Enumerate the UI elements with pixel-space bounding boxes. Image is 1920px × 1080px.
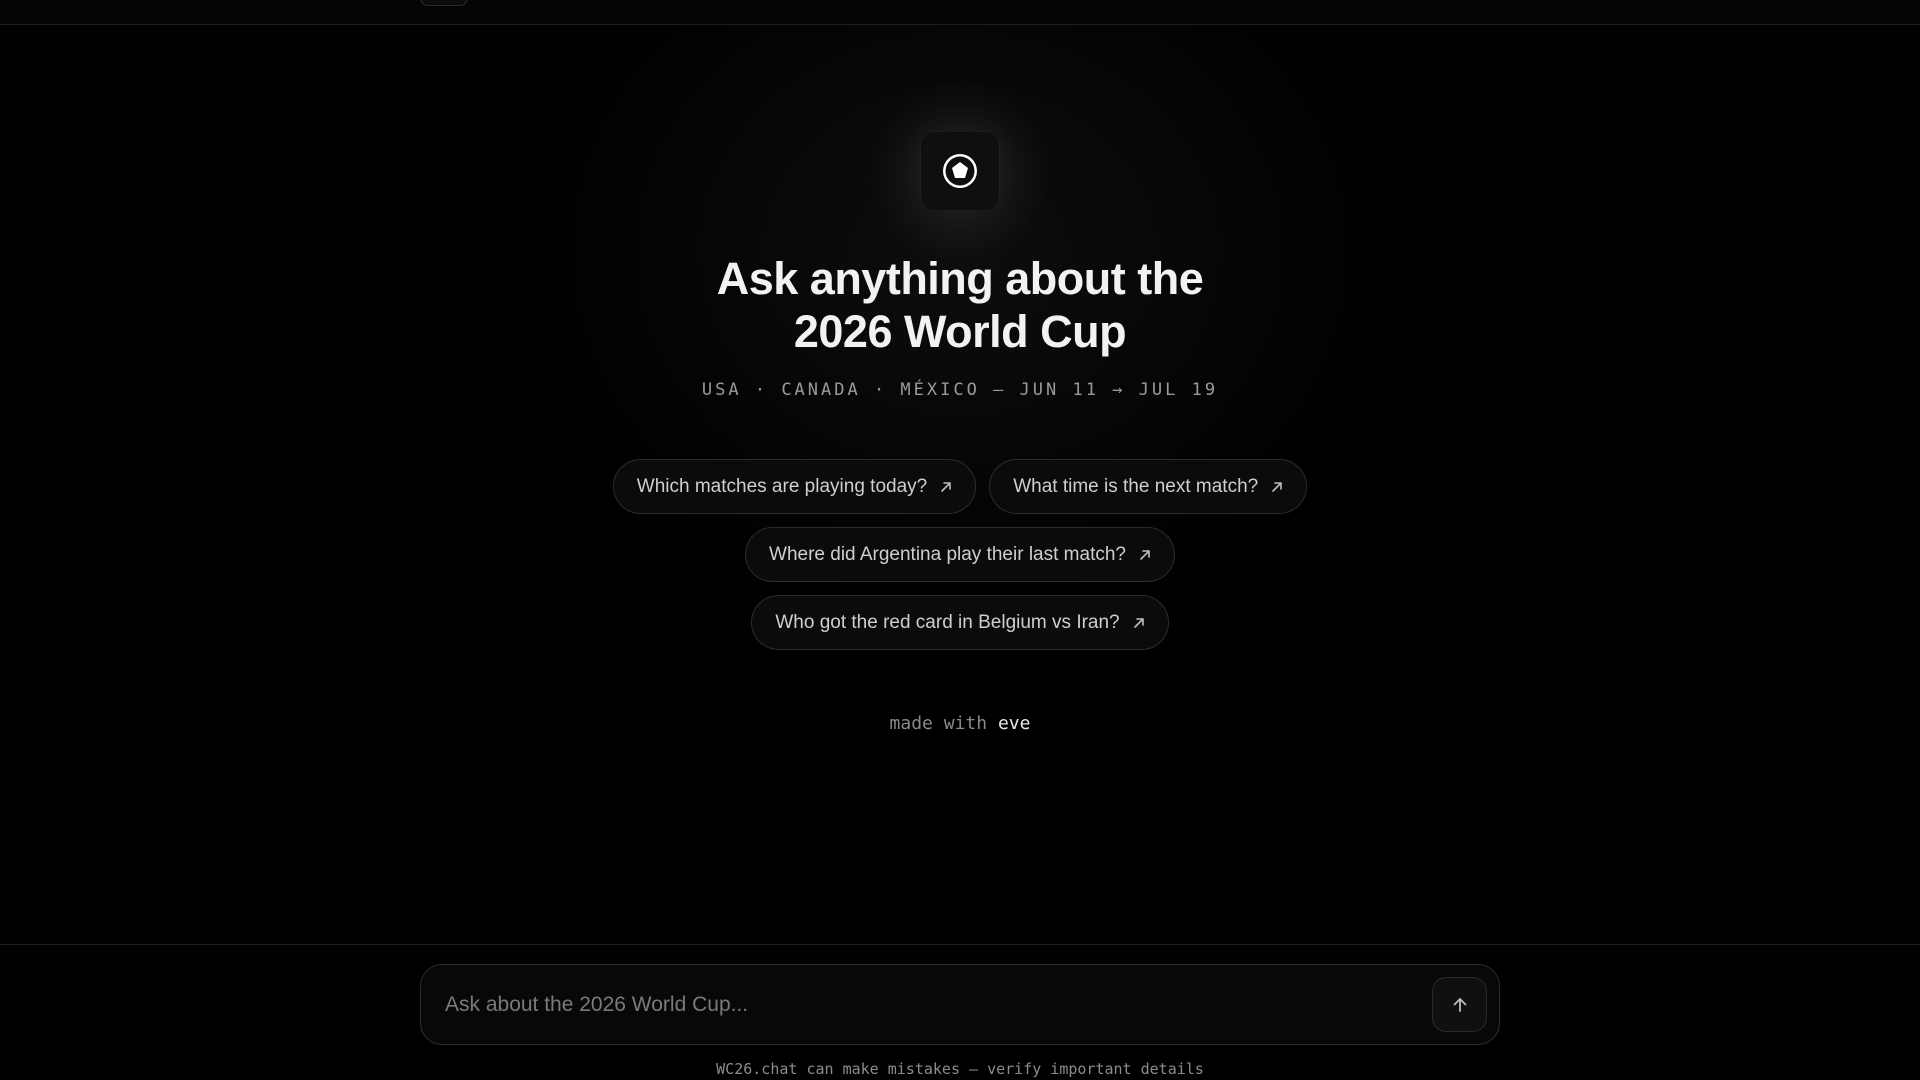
made-with-prefix: made with — [889, 713, 988, 734]
composer-divider — [0, 944, 1920, 945]
title-line-1: Ask anything about the — [716, 253, 1204, 304]
suggestion-row: Who got the red card in Belgium vs Iran? — [751, 595, 1169, 650]
suggestion-chip-red-card[interactable]: Who got the red card in Belgium vs Iran? — [751, 595, 1169, 650]
top-bar — [0, 0, 1920, 25]
suggestion-row: Which matches are playing today? What ti… — [612, 459, 1308, 514]
app-logo — [920, 131, 1000, 211]
arrow-up-right-icon — [1138, 548, 1152, 562]
disclaimer-text: WC26.chat can make mistakes — verify imp… — [716, 1060, 1204, 1078]
suggestion-list: Which matches are playing today? What ti… — [0, 459, 1920, 650]
suggestion-row: Where did Argentina play their last matc… — [745, 527, 1175, 582]
app-page: Ask anything about the 2026 World Cup US… — [0, 0, 1920, 1080]
made-with-credit: made with eve — [0, 713, 1920, 734]
arrow-up-right-icon — [1270, 480, 1284, 494]
event-subtitle: USA · CANADA · MÉXICO — JUN 11 → JUL 19 — [701, 380, 1219, 400]
page-title: Ask anything about the 2026 World Cup — [0, 252, 1920, 358]
made-with-brand-link[interactable]: eve — [998, 713, 1031, 734]
suggestion-chip-next-match[interactable]: What time is the next match? — [989, 459, 1308, 514]
chat-input[interactable] — [443, 979, 1432, 1030]
send-button[interactable] — [1432, 977, 1487, 1032]
chat-composer — [420, 964, 1500, 1045]
suggestion-label: What time is the next match? — [1013, 475, 1259, 497]
title-line-2: 2026 World Cup — [793, 306, 1127, 357]
suggestion-label: Which matches are playing today? — [636, 475, 928, 497]
suggestion-chip-argentina[interactable]: Where did Argentina play their last matc… — [745, 527, 1175, 582]
soccer-ball-icon — [940, 151, 980, 191]
suggestion-label: Where did Argentina play their last matc… — [769, 543, 1126, 565]
suggestion-label: Who got the red card in Belgium vs Iran? — [775, 611, 1120, 633]
suggestion-chip-matches-today[interactable]: Which matches are playing today? — [612, 459, 977, 514]
arrow-up-right-icon — [1132, 616, 1146, 630]
arrow-up-icon — [1450, 995, 1470, 1015]
top-bar-menu-button[interactable] — [420, 0, 468, 6]
arrow-up-right-icon — [939, 480, 953, 494]
